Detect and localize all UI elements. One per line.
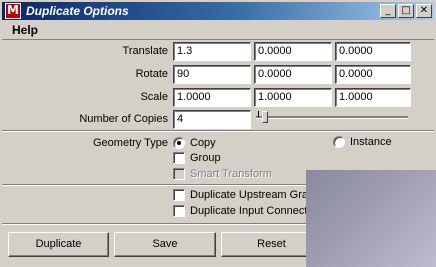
copies-field[interactable]: 4 bbox=[173, 110, 251, 129]
scale-x-field[interactable]: 1.0000 bbox=[173, 88, 251, 107]
duplicate-input-connections-checkbox[interactable] bbox=[173, 205, 185, 217]
rotate-z-field[interactable]: 0.0000 bbox=[335, 65, 411, 84]
close-button[interactable]: ✕ bbox=[416, 4, 432, 18]
instance-radio[interactable] bbox=[333, 136, 345, 148]
menu-bar: Help bbox=[2, 21, 434, 39]
title-bar[interactable]: M Duplicate Options _ □ ✕ bbox=[2, 2, 434, 20]
maya-app-icon: M bbox=[5, 3, 21, 19]
duplicate-input-connections-label[interactable]: Duplicate Input Connect bbox=[190, 205, 307, 217]
separator-1 bbox=[2, 130, 434, 132]
window-title: Duplicate Options bbox=[26, 4, 129, 18]
scale-y-field[interactable]: 1.0000 bbox=[254, 88, 332, 107]
copy-radio-selected-dot bbox=[177, 141, 181, 145]
scale-label: Scale bbox=[140, 91, 168, 103]
scale-z-field[interactable]: 1.0000 bbox=[335, 88, 411, 107]
overlapping-window-region bbox=[306, 170, 436, 267]
smart-transform-checkbox bbox=[173, 168, 185, 180]
minimize-button[interactable]: _ bbox=[380, 4, 396, 18]
group-checkbox-label[interactable]: Group bbox=[190, 152, 221, 164]
instance-radio-label[interactable]: Instance bbox=[350, 136, 392, 148]
duplicate-button[interactable]: Duplicate bbox=[8, 232, 109, 257]
rotate-label: Rotate bbox=[135, 68, 168, 80]
translate-y-field[interactable]: 0.0000 bbox=[254, 42, 332, 61]
menu-help[interactable]: Help bbox=[12, 23, 38, 37]
copies-slider-notch bbox=[258, 111, 259, 117]
app-icon-letter: M bbox=[7, 3, 19, 17]
translate-z-field[interactable]: 0.0000 bbox=[335, 42, 411, 61]
group-checkbox[interactable] bbox=[173, 152, 185, 164]
copy-radio-label[interactable]: Copy bbox=[190, 137, 216, 149]
rotate-x-field[interactable]: 90 bbox=[173, 65, 251, 84]
translate-x-field[interactable]: 1.3 bbox=[173, 42, 251, 61]
geometry-type-label: Geometry Type bbox=[93, 137, 168, 149]
copies-slider-track[interactable] bbox=[256, 116, 408, 119]
translate-label: Translate bbox=[122, 45, 168, 57]
rotate-y-field[interactable]: 0.0000 bbox=[254, 65, 332, 84]
save-button[interactable]: Save bbox=[114, 232, 216, 257]
maximize-button[interactable]: □ bbox=[398, 4, 414, 18]
copies-slider-thumb[interactable] bbox=[262, 111, 268, 123]
duplicate-upstream-label[interactable]: Duplicate Upstream Grap bbox=[190, 189, 314, 201]
duplicate-options-window: M Duplicate Options _ □ ✕ Help Translate… bbox=[0, 0, 436, 267]
copy-radio[interactable] bbox=[173, 137, 185, 149]
copies-label: Number of Copies bbox=[79, 113, 168, 125]
smart-transform-label: Smart Transform bbox=[190, 168, 272, 180]
duplicate-upstream-checkbox[interactable] bbox=[173, 189, 185, 201]
